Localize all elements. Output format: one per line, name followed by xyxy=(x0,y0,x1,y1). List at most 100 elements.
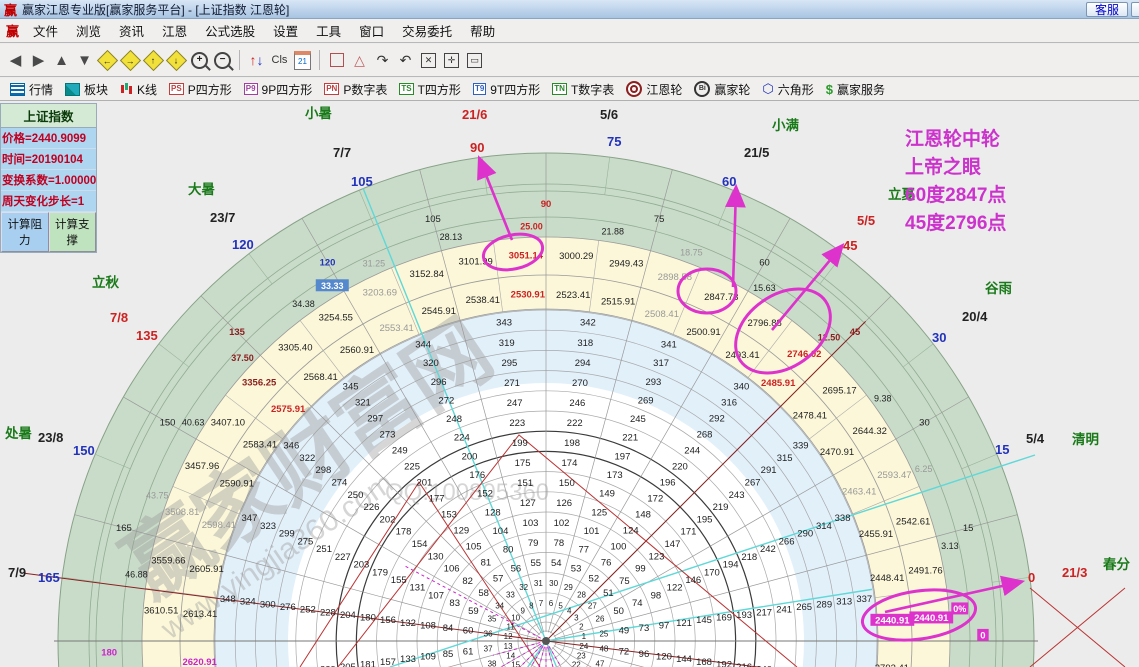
winner-service-button[interactable]: $ 赢家服务 xyxy=(820,80,891,99)
customer-service-button[interactable]: 客服 xyxy=(1085,1,1128,17)
svg-text:2455.91: 2455.91 xyxy=(859,529,893,540)
menu-item-4[interactable]: 公式选股 xyxy=(196,19,264,42)
outer-label: 60 xyxy=(722,174,736,189)
menu-item-5[interactable]: 设置 xyxy=(264,19,307,42)
svg-text:2620.91: 2620.91 xyxy=(182,657,217,667)
9t-square-button[interactable]: T9 9T四方形 xyxy=(467,80,546,99)
partial-button[interactable] xyxy=(1131,1,1139,17)
updown-arrows-icon[interactable]: ↑↓ xyxy=(246,50,267,71)
svg-text:252: 252 xyxy=(300,605,316,616)
dollar-icon: $ xyxy=(825,81,833,97)
forward-icon[interactable]: ▶ xyxy=(28,50,49,71)
svg-text:9: 9 xyxy=(521,607,526,616)
menu-item-3[interactable]: 江恩 xyxy=(153,19,196,42)
winner-wheel-button[interactable]: Bi 赢家轮 xyxy=(688,80,756,99)
t-square-button[interactable]: TS T四方形 xyxy=(393,80,467,99)
svg-text:3457.96: 3457.96 xyxy=(185,461,219,472)
svg-text:0: 0 xyxy=(980,630,985,641)
svg-text:155: 155 xyxy=(391,575,407,586)
svg-text:2463.41: 2463.41 xyxy=(842,487,876,498)
diamond-up-icon[interactable]: ↑ xyxy=(142,49,165,71)
triangle-tool-icon[interactable]: △ xyxy=(349,50,370,71)
outer-label: 处暑 xyxy=(4,425,32,441)
outer-label: 75 xyxy=(607,134,621,149)
screen-icon[interactable]: ▭ xyxy=(464,50,485,71)
menu-item-6[interactable]: 工具 xyxy=(307,19,350,42)
svg-text:53: 53 xyxy=(571,563,582,574)
svg-text:56: 56 xyxy=(511,563,522,574)
svg-text:202: 202 xyxy=(380,514,396,525)
quotes-button[interactable]: 行情 xyxy=(4,80,59,99)
svg-text:319: 319 xyxy=(499,338,515,349)
svg-text:314: 314 xyxy=(816,521,832,532)
9p-square-button[interactable]: P9 9P四方形 xyxy=(238,80,318,99)
svg-text:2590.91: 2590.91 xyxy=(220,478,254,489)
svg-text:299: 299 xyxy=(279,529,295,540)
svg-text:30: 30 xyxy=(549,579,558,588)
down-icon[interactable]: ▼ xyxy=(74,50,95,71)
svg-text:82: 82 xyxy=(462,576,473,587)
svg-text:100: 100 xyxy=(611,542,627,553)
svg-text:297: 297 xyxy=(367,413,383,424)
center-cross-icon[interactable]: ✛ xyxy=(441,50,462,71)
svg-text:216: 216 xyxy=(736,662,752,667)
svg-text:175: 175 xyxy=(515,458,531,469)
svg-text:243: 243 xyxy=(729,490,745,501)
diamond-right-icon[interactable]: → xyxy=(119,49,142,71)
svg-text:2793.41: 2793.41 xyxy=(875,663,909,667)
title-bar: 赢 赢家江恩专业版[赢家服务平台] - [上证指数 江恩轮] 客服 xyxy=(0,0,1139,19)
svg-text:221: 221 xyxy=(622,433,638,444)
panel-row-2: 变换系数=1.00000 xyxy=(1,170,96,191)
square-tool-icon[interactable] xyxy=(326,50,347,71)
svg-text:170: 170 xyxy=(704,567,720,578)
gann-wheel-button[interactable]: 江恩轮 xyxy=(620,80,688,99)
svg-text:292: 292 xyxy=(709,413,725,424)
diamond-left-icon[interactable]: ← xyxy=(96,49,119,71)
outer-label: 春分 xyxy=(1102,556,1131,572)
calendar-icon[interactable]: 21 xyxy=(292,50,313,71)
diamond-down-icon[interactable]: ↓ xyxy=(165,49,188,71)
rotate-ccw-icon[interactable]: ↶ xyxy=(395,50,416,71)
menu-item-2[interactable]: 资讯 xyxy=(110,19,153,42)
menu-item-0[interactable]: 文件 xyxy=(24,19,67,42)
svg-text:22: 22 xyxy=(572,660,581,667)
p-square-button[interactable]: PS P四方形 xyxy=(163,80,238,99)
calc-resistance-button[interactable]: 计算阻力 xyxy=(1,212,49,252)
hexagon-button[interactable]: ⬡ 六角形 xyxy=(756,80,819,99)
calc-support-button[interactable]: 计算支撑 xyxy=(48,212,96,252)
grid-box-icon[interactable]: ✕ xyxy=(418,50,439,71)
svg-text:131: 131 xyxy=(409,583,425,594)
menu-item-7[interactable]: 窗口 xyxy=(350,19,393,42)
p-number-table-button[interactable]: PN P数字表 xyxy=(318,80,393,99)
menu-item-1[interactable]: 浏览 xyxy=(67,19,110,42)
close-cls-button[interactable]: Cls xyxy=(269,50,290,71)
menu-item-8[interactable]: 交易委托 xyxy=(393,19,461,42)
app-logo-icon: 赢 xyxy=(6,24,20,39)
svg-text:34: 34 xyxy=(495,601,504,610)
svg-text:2470.91: 2470.91 xyxy=(820,447,854,458)
svg-text:2515.91: 2515.91 xyxy=(601,297,635,308)
t-number-table-button[interactable]: TN T数字表 xyxy=(546,80,620,99)
zoom-in-icon[interactable]: + xyxy=(189,50,210,71)
kline-button[interactable]: K线 xyxy=(114,80,163,99)
sectors-button[interactable]: 板块 xyxy=(59,80,114,99)
svg-text:346: 346 xyxy=(283,441,299,452)
annotation-line-0: 江恩轮中轮 xyxy=(905,129,1001,150)
toolbar-main: ◀ ▶ ▲ ▼ ← → ↑ ↓ + − ↑↓ Cls 21 △ ↷ ↶ ✕ ✛ ▭ xyxy=(0,44,1139,77)
svg-text:2575.91: 2575.91 xyxy=(271,404,306,415)
svg-text:105: 105 xyxy=(466,542,482,553)
svg-text:2583.41: 2583.41 xyxy=(243,439,277,450)
svg-text:348: 348 xyxy=(220,594,236,605)
rotate-cw-icon[interactable]: ↷ xyxy=(372,50,393,71)
menu-item-9[interactable]: 帮助 xyxy=(461,19,504,42)
svg-text:146: 146 xyxy=(685,575,701,586)
svg-text:178: 178 xyxy=(396,527,412,538)
outer-label: 20/4 xyxy=(962,309,988,324)
svg-text:128: 128 xyxy=(485,507,501,518)
svg-text:127: 127 xyxy=(520,498,536,509)
back-icon[interactable]: ◀ xyxy=(5,50,26,71)
svg-text:97: 97 xyxy=(659,620,670,631)
up-icon[interactable]: ▲ xyxy=(51,50,72,71)
svg-text:81: 81 xyxy=(481,558,492,569)
zoom-out-icon[interactable]: − xyxy=(212,50,233,71)
